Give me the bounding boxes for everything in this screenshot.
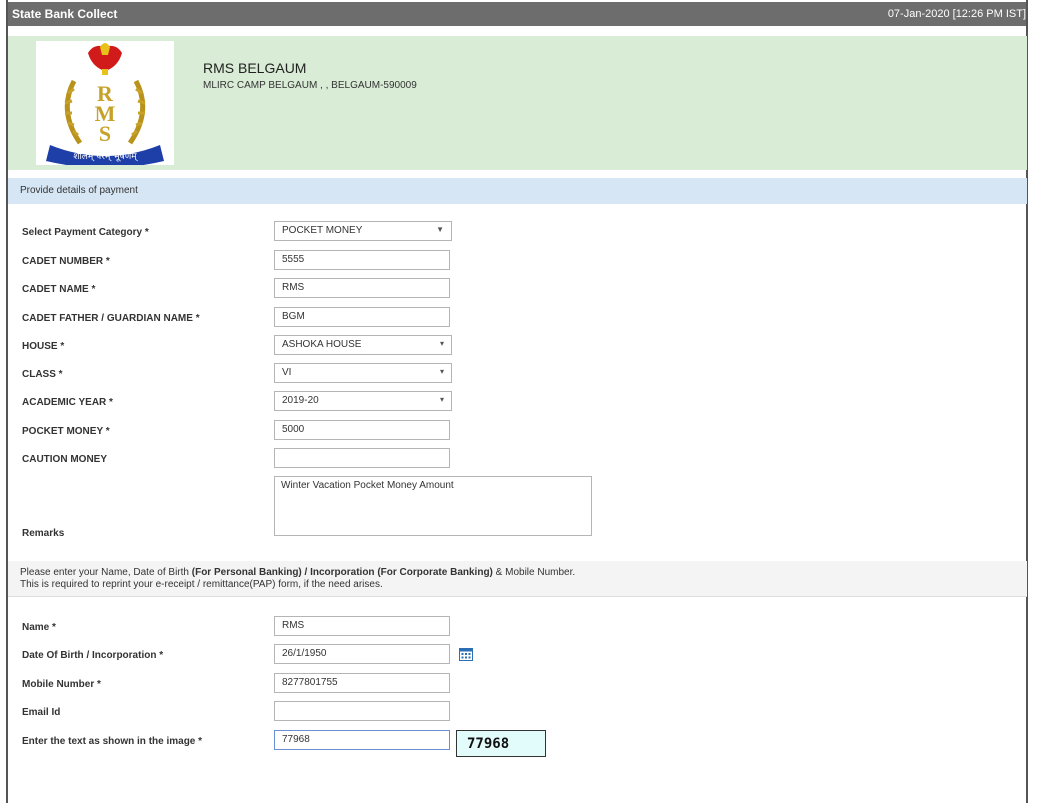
chevron-down-icon: ▾ [439, 395, 444, 404]
note-text-b: (For Personal Banking) / Incorporation (… [191, 567, 493, 578]
org-logo: R M S शीलम् परम् भूषणम् [36, 41, 174, 168]
org-header: R M S शीलम् परम् भूषणम् RMS BELGAUM MLIR… [8, 36, 1027, 170]
class-select[interactable]: VI ▾ [274, 363, 452, 383]
payment-section-header: Provide details of payment [8, 178, 1027, 204]
academic-year-value: 2019-20 [282, 395, 319, 406]
pocket-money-label: POCKET MONEY * [22, 426, 110, 437]
house-select[interactable]: ASHOKA HOUSE ▾ [274, 335, 452, 355]
dob-label: Date Of Birth / Incorporation * [22, 650, 164, 661]
name-input[interactable]: RMS [274, 616, 450, 636]
mobile-input[interactable]: 8277801755 [274, 673, 450, 693]
guardian-name-input[interactable]: BGM [274, 307, 450, 327]
pocket-money-input[interactable]: 5000 [274, 420, 450, 440]
category-label: Select Payment Category * [22, 227, 149, 238]
captcha-input[interactable]: 77968 [274, 730, 450, 750]
remarks-textarea[interactable]: Winter Vacation Pocket Money Amount [274, 476, 592, 536]
note-line-2: This is required to reprint your e-recei… [20, 579, 383, 590]
caution-money-label: CAUTION MONEY [22, 454, 107, 465]
payment-category-select[interactable]: POCKET MONEY ▼ [274, 221, 452, 241]
remarks-label: Remarks [22, 528, 65, 539]
class-label: CLASS * [22, 369, 63, 380]
payment-category-value: POCKET MONEY [282, 225, 363, 236]
note-text-c: & Mobile Number. [492, 567, 576, 578]
info-note: Please enter your Name, Date of Birth (F… [8, 561, 1027, 597]
logo-motto: शीलम् परम् भूषणम् [73, 150, 138, 162]
mobile-label: Mobile Number * [22, 679, 101, 690]
house-value: ASHOKA HOUSE [282, 339, 362, 350]
academic-year-label: ACADEMIC YEAR * [22, 397, 113, 408]
cadet-number-input[interactable]: 5555 [274, 250, 450, 270]
class-value: VI [282, 367, 292, 378]
org-address: MLIRC CAMP BELGAUM , , BELGAUM-590009 [203, 80, 417, 91]
caution-money-input[interactable] [274, 448, 450, 468]
name-label: Name * [22, 622, 56, 633]
note-line-1: Please enter your Name, Date of Birth (F… [20, 567, 575, 578]
logo-letter-s: S [99, 121, 111, 146]
cadet-name-input[interactable]: RMS [274, 278, 450, 298]
cadet-name-label: CADET NAME * [22, 284, 96, 295]
rms-emblem-icon: R M S शीलम् परम् भूषणम् [46, 43, 164, 168]
chevron-down-icon: ▾ [439, 367, 444, 376]
cadet-number-label: CADET NUMBER * [22, 256, 110, 267]
section-title: Provide details of payment [20, 185, 138, 196]
calendar-icon[interactable] [458, 646, 474, 662]
org-name: RMS BELGAUM [203, 60, 307, 76]
email-input[interactable] [274, 701, 450, 721]
chevron-down-icon: ▾ [439, 339, 444, 348]
academic-year-select[interactable]: 2019-20 ▾ [274, 391, 452, 411]
house-label: HOUSE * [22, 341, 65, 352]
dob-input[interactable]: 26/1/1950 [274, 644, 450, 664]
note-text-a: Please enter your Name, Date of Birth [20, 567, 192, 578]
guardian-name-label: CADET FATHER / GUARDIAN NAME * [22, 313, 200, 324]
chevron-down-icon: ▼ [436, 225, 444, 234]
captcha-label: Enter the text as shown in the image * [22, 736, 203, 747]
captcha-image: 77968 [456, 730, 546, 757]
email-label: Email Id [22, 707, 61, 718]
